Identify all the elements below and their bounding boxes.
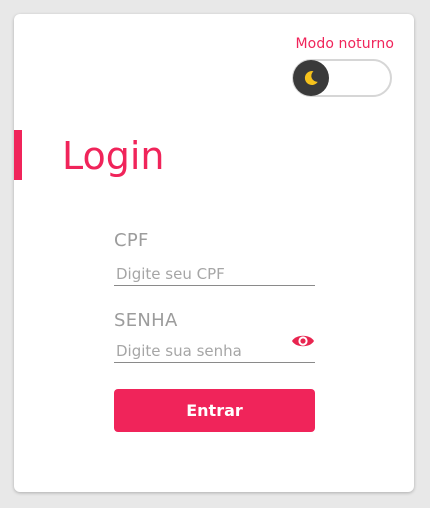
password-input[interactable]	[114, 339, 315, 363]
submit-button[interactable]: Entrar	[114, 389, 315, 432]
title-accent-bar	[14, 130, 22, 180]
cpf-label: CPF	[114, 230, 149, 251]
night-mode-label: Modo noturno	[295, 36, 394, 52]
night-mode-toggle[interactable]	[292, 59, 392, 97]
eye-icon[interactable]	[291, 332, 315, 350]
moon-icon	[304, 71, 318, 86]
login-card: Modo noturno Login CPF SENHA Entrar	[14, 14, 414, 492]
page-title: Login	[62, 134, 165, 178]
toggle-knob	[293, 60, 329, 96]
cpf-input[interactable]	[114, 262, 315, 286]
password-label: SENHA	[114, 310, 178, 331]
